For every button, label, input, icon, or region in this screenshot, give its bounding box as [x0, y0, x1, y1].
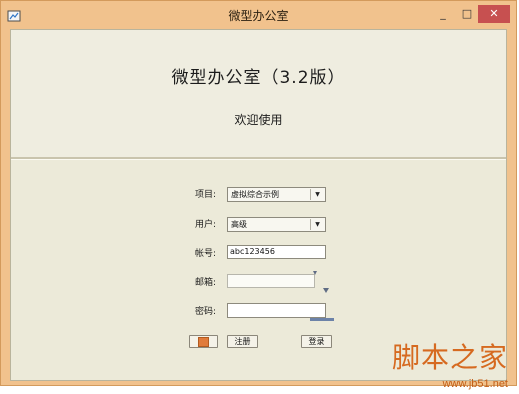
project-label: 项目: — [195, 190, 217, 200]
account-input[interactable]: abc123456 — [227, 245, 326, 259]
password-label: 密码: — [195, 307, 217, 317]
email-label: 邮箱: — [195, 278, 217, 288]
chevron-down-icon[interactable]: ▼ — [310, 219, 324, 230]
password-input[interactable] — [227, 303, 326, 318]
user-label: 用户: — [195, 220, 217, 230]
cursor-marker-icon — [323, 288, 329, 293]
login-button[interactable]: 登录 — [301, 335, 332, 348]
welcome-text: 欢迎使用 — [234, 113, 283, 127]
focus-underline — [310, 318, 334, 321]
watermark-url: www.jb51.net — [442, 378, 508, 390]
app-small-icon — [198, 337, 209, 347]
register-button[interactable]: 注册 — [227, 335, 258, 348]
project-select[interactable]: 虚拟综合示例 ▼ — [227, 187, 326, 202]
maximize-button[interactable]: □ — [456, 5, 478, 23]
section-divider — [11, 157, 506, 160]
main-panel: 微型办公室（3.2版） 欢迎使用 项目: 虚拟综合示例 ▼ 用户: 高级 ▼ 帐… — [10, 29, 507, 381]
user-select[interactable]: 高级 ▼ — [227, 217, 326, 232]
close-button[interactable]: ✕ — [478, 5, 510, 23]
cursor-marker-icon — [313, 271, 317, 275]
account-label: 帐号: — [195, 249, 217, 259]
icon-button[interactable] — [189, 335, 218, 348]
title-bar[interactable]: 微型办公室 _ □ ✕ — [1, 1, 516, 29]
project-select-value: 虚拟综合示例 — [231, 190, 279, 199]
header-panel: 微型办公室（3.2版） 欢迎使用 — [11, 30, 506, 158]
watermark-logo-text: 脚本之家 — [391, 341, 508, 374]
user-select-value: 高级 — [231, 220, 247, 229]
app-window: 微型办公室 _ □ ✕ 微型办公室（3.2版） 欢迎使用 项目: 虚拟综合示例 … — [0, 0, 517, 386]
email-input[interactable] — [227, 274, 315, 288]
page-title: 微型办公室（3.2版） — [171, 68, 346, 88]
minimize-button[interactable]: _ — [432, 5, 454, 23]
chevron-down-icon[interactable]: ▼ — [310, 189, 324, 200]
